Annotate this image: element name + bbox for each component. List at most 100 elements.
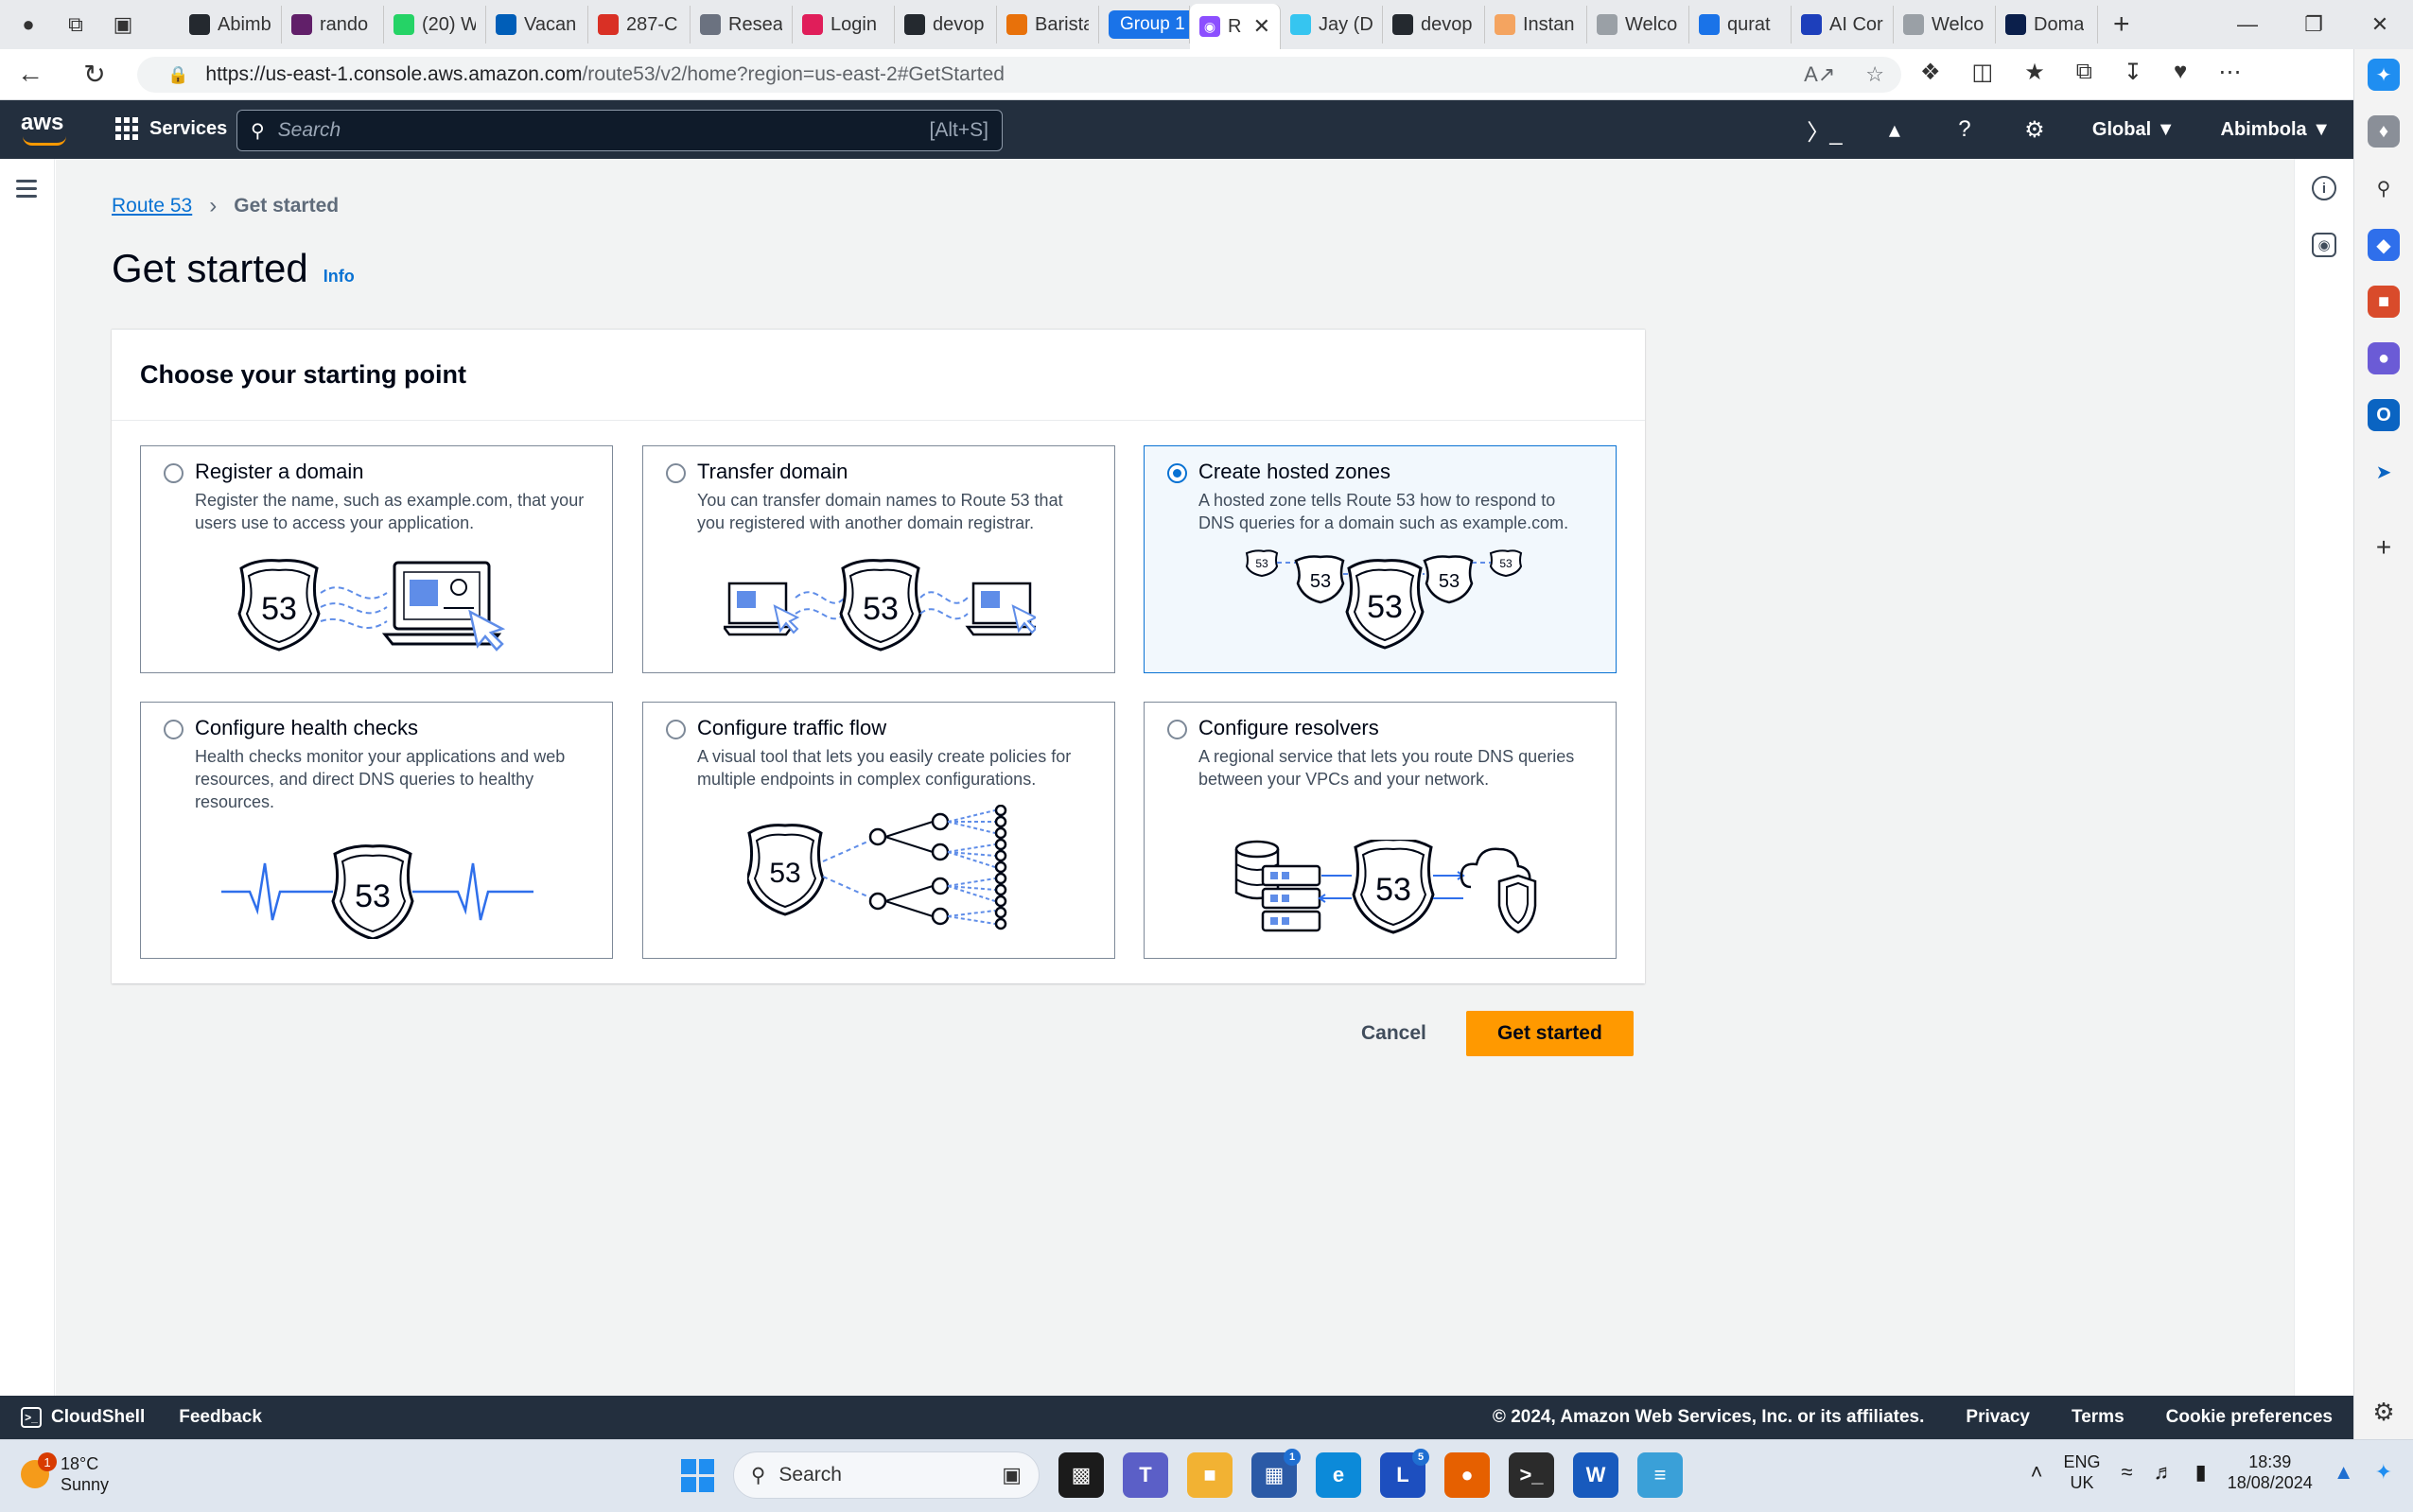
browser-tab[interactable]: Resea xyxy=(691,6,793,43)
option-create-hosted-zones[interactable]: Create hosted zones A hosted zone tells … xyxy=(1144,445,1617,673)
windows-start-icon[interactable] xyxy=(681,1458,714,1492)
vertical-tabs-icon[interactable]: ▣ xyxy=(108,9,138,40)
task-view-icon[interactable]: ▩ xyxy=(1058,1452,1104,1498)
send-icon[interactable]: ➤ xyxy=(2368,456,2400,488)
hexagon-settings-icon[interactable]: ◉ xyxy=(2312,233,2336,257)
copilot-icon[interactable]: ✦ xyxy=(2368,59,2400,91)
word-icon[interactable]: W xyxy=(1573,1452,1618,1498)
browser-tab[interactable]: Vacan xyxy=(486,6,588,43)
option-configure-health-checks[interactable]: Configure health checks Health checks mo… xyxy=(140,702,613,959)
browser-tab[interactable]: Abimb xyxy=(180,6,282,43)
aws-search-input[interactable]: ⚲ Search [Alt+S] xyxy=(236,110,1003,151)
shopping-icon[interactable]: ♦ xyxy=(2368,115,2400,148)
browser-tab[interactable]: rando xyxy=(282,6,384,43)
tab-active[interactable]: ◉ R ✕ xyxy=(1190,4,1281,49)
breadcrumb-route53-link[interactable]: Route 53 xyxy=(112,195,192,217)
restore-icon[interactable]: ❐ xyxy=(2281,12,2347,37)
store-icon[interactable]: ▦ 1 xyxy=(1251,1449,1301,1498)
close-icon[interactable]: ✕ xyxy=(1253,14,1270,39)
new-tab-button[interactable]: + xyxy=(2098,9,2145,41)
teams-icon[interactable]: T xyxy=(1123,1452,1168,1498)
region-selector[interactable]: Global ▼ xyxy=(2070,119,2198,141)
browser-tab[interactable]: Welco xyxy=(1894,6,1996,43)
volume-icon[interactable]: ♬ xyxy=(2154,1460,2175,1485)
profile-icon[interactable]: ● xyxy=(13,9,44,40)
option-configure-traffic-flow[interactable]: Configure traffic flow A visual tool tha… xyxy=(642,702,1115,959)
edge-icon[interactable]: e xyxy=(1316,1452,1361,1498)
tag-icon[interactable]: ◆ xyxy=(2368,229,2400,261)
services-menu[interactable]: Services xyxy=(115,117,227,140)
collections-icon[interactable]: ⧉ xyxy=(2076,59,2092,86)
favorites-icon[interactable]: ★ xyxy=(2024,59,2045,86)
tray-chevron-up-icon[interactable]: ˄ xyxy=(2031,1460,2043,1485)
cancel-button[interactable]: Cancel xyxy=(1361,1013,1426,1054)
feedback-link[interactable]: Feedback xyxy=(179,1407,262,1428)
performance-icon[interactable]: ♥ xyxy=(2174,59,2187,86)
terms-link[interactable]: Terms xyxy=(2072,1407,2124,1428)
radio-configure-health-checks[interactable] xyxy=(164,720,184,739)
browser-tab[interactable]: 287-C xyxy=(588,6,691,43)
notification-bell-icon[interactable]: ▲ xyxy=(2334,1460,2354,1485)
privacy-link[interactable]: Privacy xyxy=(1966,1407,2030,1428)
refresh-button[interactable]: ↻ xyxy=(66,59,123,90)
cloudshell-icon[interactable]: 〉_ xyxy=(1790,113,1860,147)
toolbox-icon[interactable]: ■ xyxy=(2368,286,2400,318)
workspaces-icon[interactable]: ⧉ xyxy=(61,9,91,40)
info-panel-icon[interactable]: i xyxy=(2312,176,2336,200)
hamburger-menu-icon[interactable] xyxy=(16,180,37,202)
weather-widget[interactable]: 1 18°C Sunny xyxy=(21,1452,109,1495)
battery-icon[interactable]: ▮ xyxy=(2195,1460,2207,1485)
browser-tab[interactable]: AI Cor xyxy=(1792,6,1894,43)
account-menu[interactable]: Abimbola ▼ xyxy=(2198,119,2353,141)
copilot-taskbar-icon[interactable]: ✦ xyxy=(2375,1460,2392,1485)
browser-tab[interactable]: devop xyxy=(1383,6,1485,43)
radio-register-domain[interactable] xyxy=(164,463,184,483)
notifications-bell-icon[interactable]: ▴ xyxy=(1860,116,1930,144)
radio-configure-traffic-flow[interactable] xyxy=(666,720,686,739)
get-started-button[interactable]: Get started xyxy=(1465,1011,1634,1056)
browser-tab[interactable]: Barista xyxy=(997,6,1099,43)
browser-tab[interactable]: devop xyxy=(895,6,997,43)
window-close-icon[interactable]: ✕ xyxy=(2347,12,2413,37)
favorite-star-icon[interactable]: ☆ xyxy=(1865,62,1884,87)
taskbar-search[interactable]: ⚲ Search ▣ xyxy=(733,1451,1040,1499)
cookie-preferences-link[interactable]: Cookie preferences xyxy=(2166,1407,2333,1428)
clock[interactable]: 18:39 18/08/2024 xyxy=(2228,1451,2313,1493)
browser-tab[interactable]: Instan xyxy=(1485,6,1587,43)
aws-logo[interactable]: aws xyxy=(21,110,70,149)
cloudshell-footer-button[interactable]: >_ CloudShell xyxy=(21,1407,145,1428)
l-app-icon[interactable]: L5 xyxy=(1380,1449,1429,1498)
browser-tab[interactable]: Jay (D xyxy=(1281,6,1383,43)
url-field[interactable]: 🔒 https://us-east-1.console.aws.amazon.c… xyxy=(137,57,1901,93)
tab-group-label[interactable]: Group 1 xyxy=(1099,6,1190,43)
downloads-icon[interactable]: ↧ xyxy=(2124,59,2142,86)
radio-create-hosted-zones[interactable] xyxy=(1167,463,1187,483)
browser-tab[interactable]: (20) W xyxy=(384,6,486,43)
browser-tab[interactable]: qurat xyxy=(1689,6,1792,43)
back-button[interactable]: ← xyxy=(2,59,59,89)
file-explorer-icon[interactable]: ■ xyxy=(1187,1452,1233,1498)
terminal-app-icon[interactable]: >_ xyxy=(1509,1452,1554,1498)
wifi-icon[interactable]: ≈ xyxy=(2122,1460,2133,1485)
browser-tab[interactable]: Login xyxy=(793,6,895,43)
split-screen-icon[interactable]: ◫ xyxy=(1972,59,1994,86)
info-link[interactable]: Info xyxy=(323,267,355,287)
language-indicator[interactable]: ENG UK xyxy=(2063,1451,2100,1493)
radio-configure-resolvers[interactable] xyxy=(1167,720,1187,739)
option-transfer-domain[interactable]: Transfer domain You can transfer domain … xyxy=(642,445,1115,673)
browser-tab[interactable]: Welco xyxy=(1587,6,1689,43)
browser-tab[interactable]: Doma xyxy=(1996,6,2098,43)
sidebar-settings-icon[interactable]: ⚙ xyxy=(2368,1396,2400,1428)
lock-icon[interactable]: 🔒 xyxy=(167,65,188,85)
tab-group-pill[interactable]: Group 1 xyxy=(1109,10,1189,39)
option-register-domain[interactable]: Register a domain Register the name, suc… xyxy=(140,445,613,673)
m365-icon[interactable]: ● xyxy=(2368,342,2400,374)
firefox-icon[interactable]: ● xyxy=(1444,1452,1490,1498)
notepad-icon[interactable]: ≡ xyxy=(1637,1452,1683,1498)
sidebar-search-icon[interactable]: ⚲ xyxy=(2368,172,2400,204)
add-sidebar-icon[interactable]: + xyxy=(2368,531,2400,564)
radio-transfer-domain[interactable] xyxy=(666,463,686,483)
more-menu-icon[interactable]: ⋯ xyxy=(2218,59,2241,86)
minimize-icon[interactable]: — xyxy=(2214,12,2281,37)
help-icon[interactable]: ? xyxy=(1930,116,2000,143)
